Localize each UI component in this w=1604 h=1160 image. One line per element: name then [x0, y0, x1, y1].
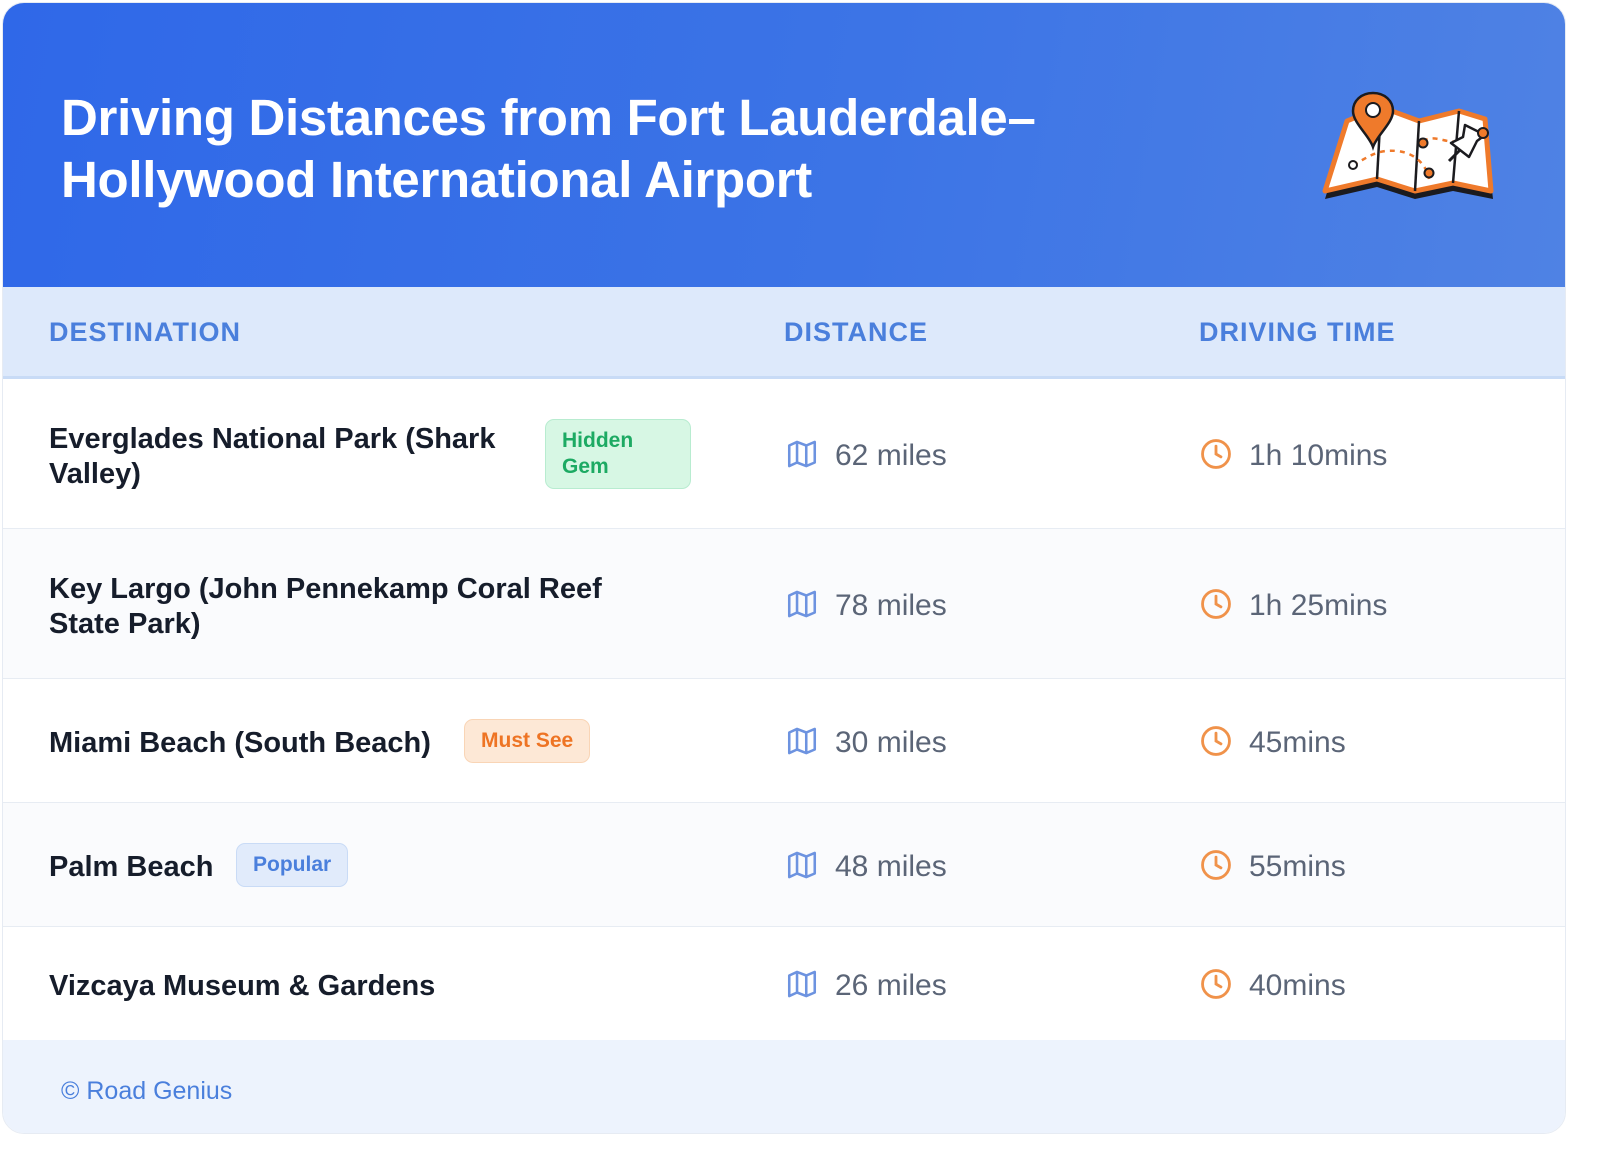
map-icon: [787, 970, 817, 998]
column-header-destination: DESTINATION: [49, 317, 241, 347]
table-row: Palm Beach Popular 48 miles 55mins: [3, 803, 1565, 927]
distance-value: 62 miles: [835, 439, 947, 472]
copyright-text: © Road Genius: [61, 1077, 233, 1105]
table-row: Miami Beach (South Beach) Must See 30 mi…: [3, 679, 1565, 803]
table-row: Vizcaya Museum & Gardens 26 miles 40mins: [3, 927, 1565, 1040]
hidden-gem-badge: Hidden Gem: [545, 419, 691, 489]
table-row: Key Largo (John Pennekamp Coral Reef Sta…: [3, 529, 1565, 679]
driving-time-value: 55mins: [1249, 850, 1346, 883]
map-icon: [787, 590, 817, 618]
driving-time-value: 1h 10mins: [1249, 439, 1388, 472]
distance-value: 30 miles: [835, 726, 947, 759]
distance-card: Driving Distances from Fort Lauderdale–H…: [2, 2, 1566, 1134]
clock-icon: [1201, 439, 1231, 469]
map-icon: [787, 851, 817, 879]
destination-name: Key Largo (John Pennekamp Coral Reef Sta…: [49, 573, 602, 640]
clock-icon: [1201, 850, 1231, 880]
popular-badge: Popular: [236, 843, 349, 887]
must-see-badge: Must See: [464, 719, 591, 763]
destination-name: Palm Beach: [49, 851, 214, 883]
clock-icon: [1201, 969, 1231, 999]
header-banner: Driving Distances from Fort Lauderdale–H…: [3, 3, 1565, 287]
table-row: Everglades National Park (Shark Valley) …: [3, 379, 1565, 529]
column-header-distance: DISTANCE: [784, 317, 929, 347]
folded-map-pin-icon: [1322, 91, 1494, 199]
table-header: DESTINATION DISTANCE DRIVING TIME: [3, 287, 1565, 379]
clock-icon: [1201, 589, 1231, 619]
destination-name: Vizcaya Museum & Gardens: [49, 970, 436, 1002]
distance-value: 78 miles: [835, 589, 947, 622]
map-icon: [787, 440, 817, 468]
footer: © Road Genius: [3, 1040, 1565, 1133]
destination-name: Miami Beach (South Beach): [49, 727, 431, 759]
distance-value: 48 miles: [835, 850, 947, 883]
driving-time-value: 45mins: [1249, 726, 1346, 759]
driving-time-value: 40mins: [1249, 969, 1346, 1002]
column-header-driving-time: DRIVING TIME: [1199, 317, 1396, 347]
destination-name: Everglades National Park (Shark Valley): [49, 423, 496, 490]
clock-icon: [1201, 726, 1231, 756]
distance-value: 26 miles: [835, 969, 947, 1002]
driving-time-value: 1h 25mins: [1249, 589, 1388, 622]
page-title: Driving Distances from Fort Lauderdale–H…: [61, 89, 1036, 208]
map-icon: [787, 727, 817, 755]
